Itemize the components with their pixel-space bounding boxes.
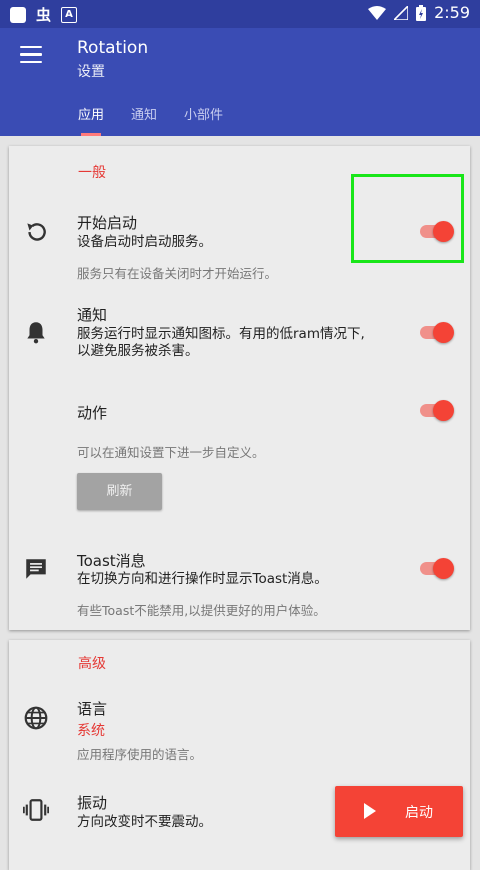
square-icon bbox=[10, 6, 26, 23]
play-icon bbox=[364, 803, 376, 819]
language-hint: 应用程序使用的语言。 bbox=[77, 747, 203, 762]
app-title: Rotation bbox=[77, 38, 149, 58]
notification-title: 通知 bbox=[77, 306, 108, 324]
notification-text-line1: 服务运行时显示通知图标。有用的低ram情况下, bbox=[77, 326, 365, 342]
language-title: 语言 bbox=[77, 700, 108, 718]
toast-text: 在切换方向和进行操作时显示Toast消息。 bbox=[77, 571, 328, 587]
message-icon bbox=[26, 559, 46, 579]
tab-widgets[interactable]: 小部件 bbox=[184, 104, 223, 123]
tab-indicator bbox=[81, 133, 101, 136]
bell-icon bbox=[27, 322, 45, 344]
status-bar: 虫 A 2:59 bbox=[0, 0, 480, 28]
toast-hint: 有些Toast不能禁用,以提供更好的用户体验。 bbox=[77, 603, 326, 618]
status-time: 2:59 bbox=[434, 3, 470, 22]
section-header-general: 一般 bbox=[78, 165, 106, 181]
globe-icon bbox=[24, 706, 48, 730]
highlight-box bbox=[351, 174, 464, 263]
start-service-label: 启动 bbox=[405, 805, 433, 821]
tab-notification[interactable]: 通知 bbox=[131, 104, 157, 123]
toast-title: Toast消息 bbox=[77, 552, 146, 570]
chinese-char-icon: 虫 bbox=[36, 6, 52, 24]
start-on-boot-hint: 服务只有在设备关闭时才开始运行。 bbox=[77, 266, 278, 281]
start-on-boot-title: 开始启动 bbox=[77, 214, 138, 232]
refresh-button[interactable]: 刷新 bbox=[77, 473, 162, 510]
vibration-title: 振动 bbox=[77, 794, 108, 812]
start-on-boot-text: 设备启动时启动服务。 bbox=[77, 234, 212, 250]
battery-charging-icon bbox=[416, 4, 427, 21]
toast-toggle[interactable] bbox=[420, 558, 454, 579]
vibration-text: 方向改变时不要震动。 bbox=[77, 814, 212, 830]
signal-icon bbox=[394, 5, 409, 20]
restore-icon bbox=[27, 223, 46, 241]
wifi-icon bbox=[368, 5, 387, 20]
notification-toggle[interactable] bbox=[420, 322, 454, 343]
language-value[interactable]: 系统 bbox=[77, 720, 105, 740]
app-subtitle: 设置 bbox=[77, 64, 105, 80]
notification-text-line2: 以避免服务被杀害。 bbox=[77, 343, 199, 359]
tab-app[interactable]: 应用 bbox=[78, 104, 104, 123]
app-bar: Rotation 设置 应用 通知 小部件 bbox=[0, 28, 480, 136]
section-header-advanced: 高级 bbox=[78, 656, 106, 672]
action-hint: 可以在通知设置下进一步自定义。 bbox=[77, 445, 265, 460]
vibration-icon bbox=[23, 799, 49, 821]
a-box-icon: A bbox=[61, 6, 78, 23]
tab-bar: 应用 通知 小部件 bbox=[0, 98, 480, 136]
action-toggle[interactable] bbox=[420, 400, 454, 421]
menu-icon[interactable] bbox=[20, 46, 42, 64]
action-title: 动作 bbox=[77, 404, 108, 422]
start-service-button[interactable]: 启动 bbox=[335, 786, 463, 837]
